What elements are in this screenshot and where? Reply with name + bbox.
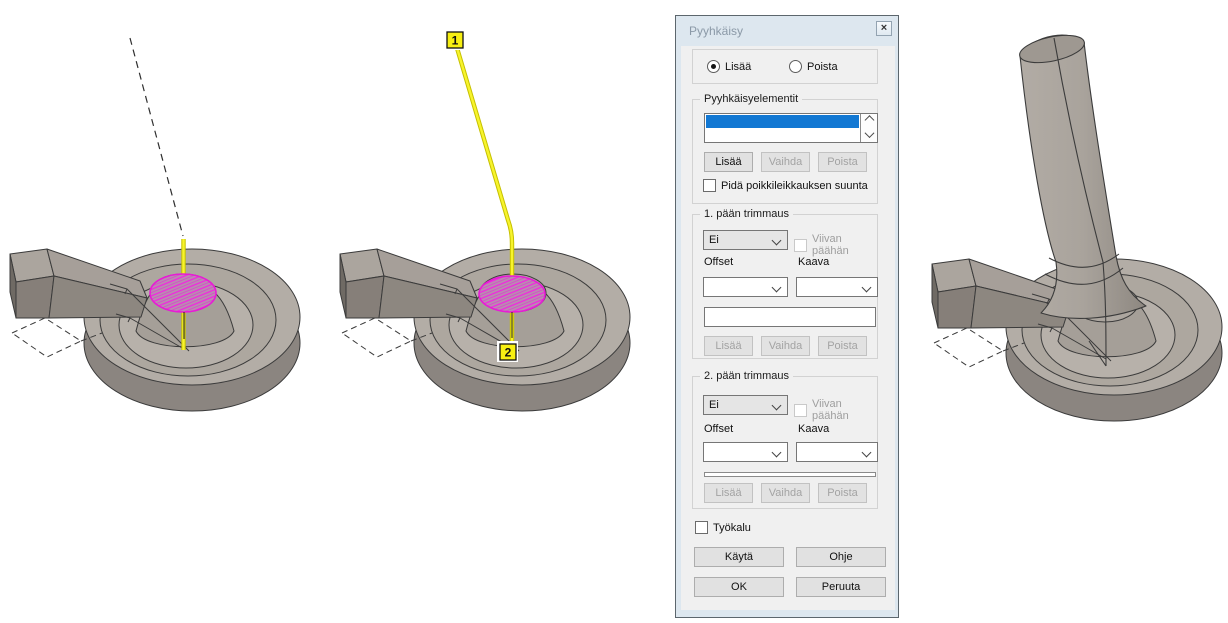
scroll-down-icon[interactable] xyxy=(864,128,874,138)
trim2-offset-combo[interactable] xyxy=(703,442,788,462)
model-viewport[interactable]: 1 2 xyxy=(0,0,1228,623)
scroll-up-icon[interactable] xyxy=(864,115,874,125)
help-button[interactable]: Ohje xyxy=(796,547,886,567)
elements-change-button[interactable]: Vaihda xyxy=(761,152,810,172)
trim2-line-end-checkbox[interactable]: Viivan päähän xyxy=(794,398,877,422)
tool-checkbox-label: Työkalu xyxy=(713,522,751,534)
model-before xyxy=(10,249,300,411)
trim2-offset-label: Offset xyxy=(704,423,733,435)
selected-element-row[interactable] xyxy=(706,115,859,128)
elements-remove-button[interactable]: Poista xyxy=(818,152,867,172)
view-before xyxy=(10,38,300,411)
profile-section-2[interactable] xyxy=(479,276,545,312)
view-path: 1 2 xyxy=(340,29,630,411)
trim1-offset-label: Offset xyxy=(704,256,733,268)
checkbox-icon xyxy=(695,521,708,534)
checkbox-icon xyxy=(794,404,807,417)
mode-group: Lisää Poista xyxy=(692,49,878,84)
path-endpoint-label-2: 2 xyxy=(497,341,518,362)
trim2-formula-combo[interactable] xyxy=(796,442,878,462)
trim1-remove-button[interactable]: Poista xyxy=(818,336,867,356)
trim1-group: 1. pään trimmaus Ei Viivan päähän Offset… xyxy=(692,214,878,359)
construction-line[interactable] xyxy=(130,38,183,236)
sweep-dialog: Pyyhkäisy × Lisää Poista Pyyhkäisyelemen… xyxy=(675,15,899,618)
trim1-line-end-checkbox[interactable]: Viivan päähän xyxy=(794,233,877,257)
keep-section-label: Pidä poikkileikkauksen suunta xyxy=(721,180,868,192)
radio-dot-icon xyxy=(707,60,720,73)
ok-button[interactable]: OK xyxy=(694,577,784,597)
dialog-body: Lisää Poista Pyyhkäisyelementit Lisää xyxy=(681,46,895,610)
trim2-add-button[interactable]: Lisää xyxy=(704,483,753,503)
elements-add-button[interactable]: Lisää xyxy=(704,152,753,172)
trim1-add-button[interactable]: Lisää xyxy=(704,336,753,356)
tool-checkbox[interactable]: Työkalu xyxy=(695,521,751,534)
trim1-formula-label: Kaava xyxy=(798,256,829,268)
view-result xyxy=(932,30,1222,421)
trim1-value-input[interactable] xyxy=(704,307,876,327)
radio-add[interactable]: Lisää xyxy=(707,60,751,73)
trim2-group-label: 2. pään trimmaus xyxy=(700,370,793,382)
svg-text:1: 1 xyxy=(452,34,459,48)
trim2-mode-combo[interactable]: Ei xyxy=(703,395,788,415)
trim2-group: 2. pään trimmaus Ei Viivan päähän Offset… xyxy=(692,376,878,509)
trim2-line-end-label: Viivan päähän xyxy=(812,398,877,422)
listbox-scrollbar[interactable] xyxy=(860,114,877,142)
checkbox-icon xyxy=(794,239,807,252)
svg-text:2: 2 xyxy=(505,346,512,360)
trim1-change-button[interactable]: Vaihda xyxy=(761,336,810,356)
radio-remove-label: Poista xyxy=(807,61,838,73)
trim2-remove-button[interactable]: Poista xyxy=(818,483,867,503)
close-icon[interactable]: × xyxy=(876,21,892,36)
cancel-button[interactable]: Peruuta xyxy=(796,577,886,597)
app-canvas: 1 2 Pyyhkäisy × xyxy=(0,0,1228,623)
elements-listbox[interactable] xyxy=(704,113,878,143)
checkbox-icon xyxy=(703,179,716,192)
keep-section-checkbox[interactable]: Pidä poikkileikkauksen suunta xyxy=(703,179,868,192)
apply-button[interactable]: Käytä xyxy=(694,547,784,567)
trim1-formula-combo[interactable] xyxy=(796,277,878,297)
trim1-offset-combo[interactable] xyxy=(703,277,788,297)
sweep-elements-group: Pyyhkäisyelementit Lisää Vaihda Poista P… xyxy=(692,99,878,204)
trim2-value-input-collapsed xyxy=(704,472,876,477)
path-endpoint-label-1: 1 xyxy=(444,29,465,50)
model-during xyxy=(340,249,630,411)
radio-remove[interactable]: Poista xyxy=(789,60,838,73)
trim1-mode-combo[interactable]: Ei xyxy=(703,230,788,250)
radio-add-label: Lisää xyxy=(725,61,751,73)
trim1-group-label: 1. pään trimmaus xyxy=(700,208,793,220)
trim2-formula-label: Kaava xyxy=(798,423,829,435)
sweep-elements-group-label: Pyyhkäisyelementit xyxy=(700,93,802,105)
radio-dot-icon xyxy=(789,60,802,73)
dialog-title: Pyyhkäisy xyxy=(689,24,743,38)
trim1-line-end-label: Viivan päähän xyxy=(812,233,877,257)
profile-section[interactable] xyxy=(150,274,216,312)
trim2-change-button[interactable]: Vaihda xyxy=(761,483,810,503)
